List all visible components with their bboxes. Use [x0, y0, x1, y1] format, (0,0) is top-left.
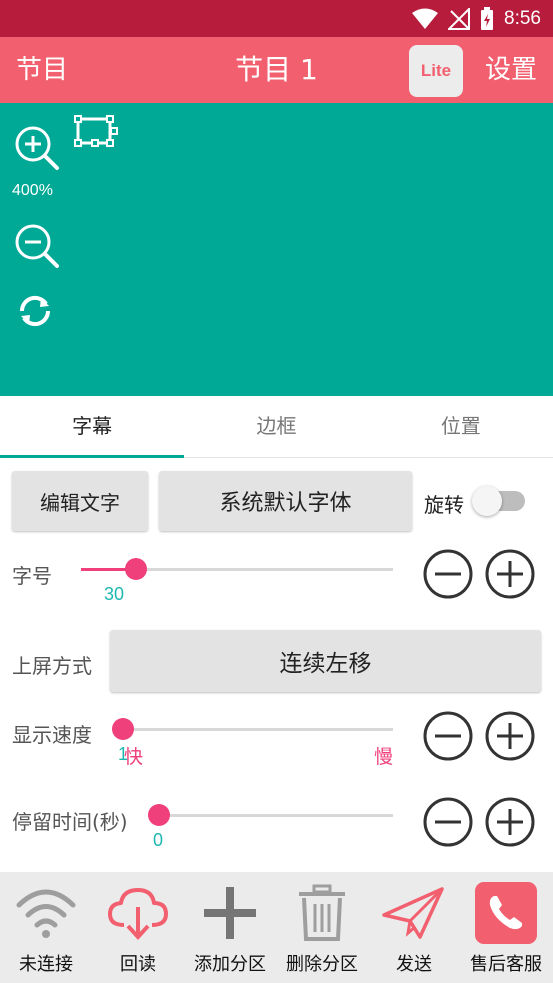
status-time: 8:56 [504, 7, 541, 29]
nav-readback-label: 回读 [120, 954, 156, 975]
send-icon [382, 887, 444, 939]
select-area-icon[interactable] [74, 115, 120, 151]
font-size-increase-button[interactable] [485, 549, 535, 599]
pause-time-track[interactable] [159, 814, 393, 817]
plus-icon [204, 887, 256, 939]
page-title: 节目 1 [235, 53, 318, 86]
speed-decrease-button[interactable] [423, 711, 473, 761]
cell-signal-icon [448, 7, 471, 30]
subtitle-settings-panel: 编辑文字 系统默认字体 旋转 字号 30 上屏方式 连续左移 显示速度 1 快 … [0, 458, 553, 872]
nav-support-label: 售后客服 [470, 954, 542, 975]
screen-mode-label: 上屏方式 [12, 654, 92, 678]
wifi-signal-icon [412, 8, 439, 29]
font-size-label: 字号 [12, 564, 52, 588]
nav-support[interactable]: 售后客服 [460, 872, 552, 983]
status-icons: 8:56 [412, 0, 541, 37]
font-size-slider-thumb[interactable] [125, 558, 147, 580]
speed-label: 显示速度 [12, 723, 92, 747]
nav-delete-zone[interactable]: 删除分区 [276, 872, 368, 983]
zoom-level: 400% [12, 182, 53, 199]
nav-add-zone[interactable]: 添加分区 [184, 872, 276, 983]
speed-increase-button[interactable] [485, 711, 535, 761]
font-size-value: 30 [104, 584, 125, 604]
phone-icon [475, 882, 537, 944]
pause-time-slider-thumb[interactable] [148, 804, 170, 826]
edit-text-button[interactable]: 编辑文字 [12, 471, 148, 531]
zoom-in-icon[interactable] [14, 125, 60, 171]
app-bar: 节目 节目 1 Lite 设置 [0, 37, 553, 103]
nav-connection[interactable]: 未连接 [0, 872, 92, 983]
nav-send[interactable]: 发送 [368, 872, 460, 983]
status-bar: 8:56 [0, 0, 553, 37]
pause-time-increase-button[interactable] [485, 797, 535, 847]
bottom-nav: 未连接 回读 添加分区 删除分区 发送 售后客服 [0, 872, 553, 983]
trash-icon [299, 884, 345, 941]
speed-slow-label: 慢 [374, 746, 394, 768]
speed-slider-thumb[interactable] [112, 718, 134, 740]
tab-subtitle[interactable]: 字幕 [0, 396, 185, 458]
speed-track[interactable] [123, 728, 393, 731]
nav-connection-label: 未连接 [19, 954, 73, 975]
cloud-download-icon [108, 888, 168, 940]
program-list-button[interactable]: 节目 [16, 37, 68, 103]
preview-canvas[interactable]: 400% [0, 103, 553, 396]
tab-bar: 字幕 边框 位置 [0, 396, 553, 458]
screen-mode-button[interactable]: 连续左移 [110, 630, 541, 692]
nav-readback[interactable]: 回读 [92, 872, 184, 983]
zoom-out-icon[interactable] [14, 223, 60, 269]
wifi-icon [16, 889, 76, 938]
pause-time-label: 停留时间(秒) [12, 810, 128, 834]
nav-send-label: 发送 [396, 954, 432, 975]
settings-button[interactable]: 设置 [485, 37, 537, 103]
font-select-button[interactable]: 系统默认字体 [159, 471, 412, 531]
speed-fast-label: 快 [124, 746, 144, 768]
tab-position[interactable]: 位置 [369, 396, 553, 457]
tab-border[interactable]: 边框 [184, 396, 368, 457]
refresh-icon[interactable] [14, 290, 56, 332]
nav-add-zone-label: 添加分区 [194, 954, 266, 975]
nav-delete-zone-label: 删除分区 [286, 954, 358, 975]
pause-time-decrease-button[interactable] [423, 797, 473, 847]
lite-button[interactable]: Lite [409, 45, 463, 97]
pause-time-value: 0 [153, 830, 164, 850]
rotate-label: 旋转 [424, 493, 464, 517]
font-size-decrease-button[interactable] [423, 549, 473, 599]
battery-icon [481, 6, 494, 30]
rotate-toggle-thumb[interactable] [472, 486, 502, 516]
